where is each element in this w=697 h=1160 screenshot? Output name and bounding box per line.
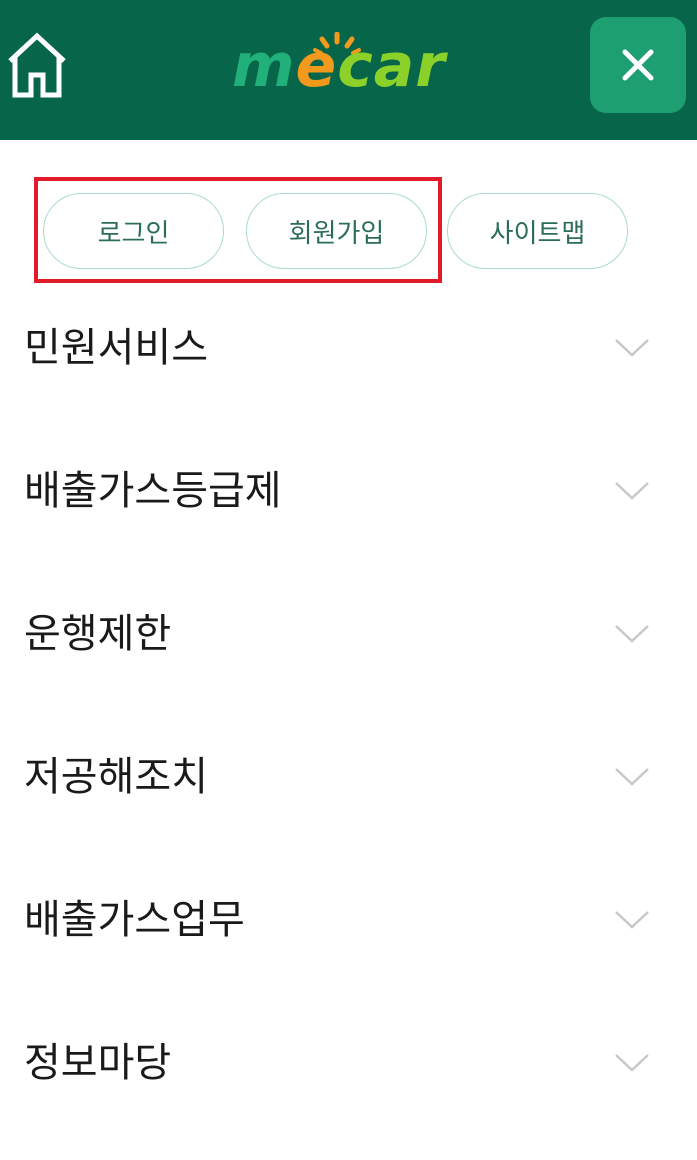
logo-letter-m: m [232,31,296,101]
close-icon [622,49,654,81]
menu-item-emission-grade[interactable]: 배출가스등급제 [0,429,697,572]
main-menu: 민원서비스 배출가스등급제 운행제한 저공해조치 배출가스업무 정보마당 [0,286,697,1144]
menu-item-label: 배출가스등급제 [24,468,282,514]
menu-item-label: 운행제한 [24,611,172,657]
mecar-logo[interactable]: mecar [232,28,458,104]
sitemap-button[interactable]: 사이트맵 [447,193,628,269]
menu-item-label: 배출가스업무 [24,897,245,943]
chevron-down-icon [615,1054,649,1072]
close-menu-button[interactable] [590,17,686,113]
chevron-down-icon [615,482,649,500]
menu-item-label: 저공해조치 [24,754,208,800]
login-button[interactable]: 로그인 [43,193,224,269]
top-header: mecar [0,0,697,140]
home-button[interactable] [4,30,70,100]
chevron-down-icon [615,625,649,643]
menu-item-civil-service[interactable]: 민원서비스 [0,286,697,429]
menu-item-emission-work[interactable]: 배출가스업무 [0,858,697,1001]
chevron-down-icon [615,339,649,357]
chevron-down-icon [615,768,649,786]
menu-item-low-emission[interactable]: 저공해조치 [0,715,697,858]
logo-letter-e: e [295,31,338,101]
menu-item-driving-restriction[interactable]: 운행제한 [0,572,697,715]
logo-wordmark: mecar [232,28,458,104]
signup-button[interactable]: 회원가입 [246,193,427,269]
menu-item-label: 정보마당 [24,1040,172,1086]
chevron-down-icon [615,911,649,929]
logo-letters-car: car [337,31,446,101]
home-icon [8,32,66,98]
menu-item-info[interactable]: 정보마당 [0,1001,697,1144]
menu-item-label: 민원서비스 [24,325,208,371]
